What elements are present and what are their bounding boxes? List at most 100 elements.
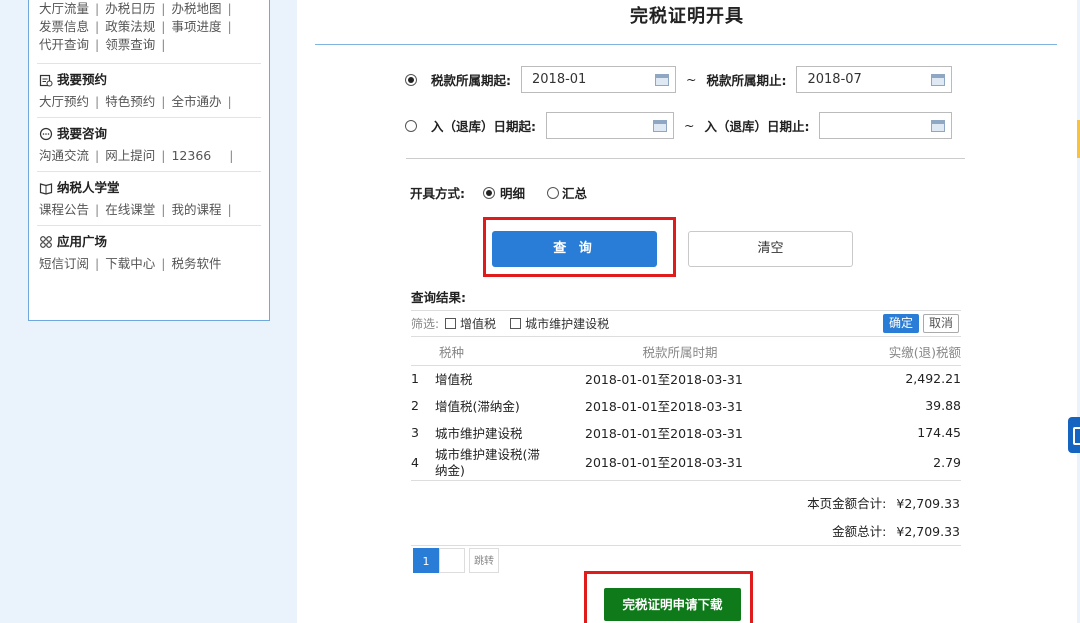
tilde-separator: ~: [686, 72, 697, 87]
table-row[interactable]: 3 城市维护建设税 2018-01-01至2018-03-31 174.45: [411, 419, 961, 446]
link-policy[interactable]: 政策法规: [105, 19, 155, 34]
period-start-input[interactable]: 2018-01: [521, 66, 676, 93]
filter-vat-label[interactable]: 增值税: [460, 315, 496, 332]
row-tax-type: 城市维护建设税: [435, 426, 523, 441]
result-label: 查询结果:: [411, 290, 466, 305]
totals-divider: [411, 545, 961, 546]
page-1-button[interactable]: 1: [413, 548, 439, 573]
highlight-box-query: [483, 217, 676, 277]
row-period: 2018-01-01至2018-03-31: [585, 399, 743, 414]
sidebar-title-label: 我要咨询: [57, 126, 108, 141]
title-divider: [315, 44, 1057, 45]
link-ticket-query[interactable]: 领票查询: [105, 37, 155, 52]
sidebar-title-appointment[interactable]: 我要预约: [39, 70, 261, 90]
calendar-icon[interactable]: [655, 74, 669, 86]
storage-radio[interactable]: [405, 119, 417, 132]
filter-ok-button[interactable]: 确定: [882, 314, 919, 333]
period-end-input[interactable]: 2018-07: [796, 66, 953, 93]
chat-icon: [39, 127, 53, 141]
storage-start-input[interactable]: [546, 112, 674, 139]
sidebar-group-apps: 应用广场 短信订阅 | 下载中心 | 税务软件: [37, 226, 261, 279]
calendar-icon[interactable]: [931, 120, 946, 132]
header-index: [411, 338, 435, 366]
page-input[interactable]: [439, 548, 465, 573]
issue-detail-label[interactable]: 明细: [500, 183, 525, 202]
period-end-value: 2018-07: [807, 72, 862, 87]
floating-tab-icon[interactable]: [1068, 417, 1080, 453]
row-amount: 174.45: [917, 425, 961, 440]
header-amount: 实缴(退)税额: [775, 338, 961, 366]
period-row: 税款所属期起: 2018-01 ~ 税款所属期止: 2018-07: [405, 66, 953, 93]
storage-start-label: 入（退库）日期起:: [431, 119, 536, 134]
link-download-center[interactable]: 下载中心: [105, 256, 155, 271]
sidebar-title-label: 我要预约: [57, 72, 108, 87]
issue-method-row: 开具方式: 明细 汇总: [410, 183, 587, 202]
row-tax-type: 城市维护建设税(滞纳金): [435, 446, 585, 481]
link-course-notice[interactable]: 课程公告: [39, 202, 89, 217]
calendar-icon[interactable]: [653, 120, 667, 132]
link-hall-appt[interactable]: 大厅预约: [39, 94, 89, 109]
table-row[interactable]: 1 增值税 2018-01-01至2018-03-31 2,492.21: [411, 365, 961, 392]
sidebar: 大厅流量 | 办税日历 | 办税地图 | 发票信息 | 政策法规 | 事项进度 | 代开查询 | 领票查…: [28, 0, 270, 321]
row-index: 1: [411, 371, 419, 387]
row-period: 2018-01-01至2018-03-31: [585, 372, 743, 388]
storage-end-input[interactable]: [819, 112, 953, 139]
link-progress[interactable]: 事项进度: [171, 19, 221, 34]
link-hall-traffic[interactable]: 大厅流量: [39, 1, 89, 16]
sidebar-title-label: 纳税人学堂: [57, 180, 120, 195]
row-amount: 39.88: [925, 398, 961, 413]
form-divider: [406, 158, 965, 159]
row-tax-type: 增值税(滞纳金): [435, 399, 520, 414]
link-online-class[interactable]: 在线课堂: [105, 202, 155, 217]
issue-detail-radio[interactable]: [483, 186, 495, 199]
book-icon: [39, 183, 53, 195]
table-header-row: 税种 税款所属时期 实缴(退)税额: [411, 338, 961, 366]
grand-total-label: 金额总计:: [832, 524, 887, 539]
row-period: 2018-01-01至2018-03-31: [585, 426, 743, 441]
storage-end-label: 入（退库）日期止:: [704, 119, 810, 134]
page-total: 本页金额合计: ¥2,709.33: [807, 493, 960, 512]
sidebar-title-school[interactable]: 纳税人学堂: [39, 178, 261, 198]
sidebar-group-consult: 我要咨询 沟通交流 | 网上提问 | 12366 |: [37, 118, 261, 172]
filter-vat-checkbox[interactable]: [445, 318, 457, 329]
sidebar-top-links: 大厅流量 | 办税日历 | 办税地图 | 发票信息 | 政策法规 | 事项进度 | 代开查询 | 领票查…: [39, 1, 232, 52]
period-radio[interactable]: [405, 73, 417, 86]
grand-total-value: ¥2,709.33: [896, 524, 960, 539]
page-title: 完税证明开具: [630, 6, 744, 27]
table-row[interactable]: 2 增值税(滞纳金) 2018-01-01至2018-03-31 39.88: [411, 392, 961, 419]
link-communicate[interactable]: 沟通交流: [39, 148, 89, 163]
link-tax-map[interactable]: 办税地图: [171, 1, 221, 16]
jump-button[interactable]: 跳转: [469, 548, 499, 573]
link-invoice-info[interactable]: 发票信息: [39, 19, 89, 34]
clear-button[interactable]: 清空: [688, 231, 853, 267]
calendar-icon[interactable]: [931, 74, 946, 86]
sidebar-title-consult[interactable]: 我要咨询: [39, 124, 261, 144]
period-start-label: 税款所属期起:: [431, 73, 511, 88]
issue-summary-radio[interactable]: [547, 186, 560, 199]
tilde-separator: ~: [684, 118, 695, 133]
link-12366[interactable]: 12366: [171, 148, 211, 163]
period-start-value: 2018-01: [532, 72, 587, 87]
sidebar-title-label: 应用广场: [57, 234, 108, 249]
link-tax-software[interactable]: 税务软件: [171, 256, 221, 271]
link-agent-query[interactable]: 代开查询: [39, 37, 89, 52]
filter-label: 筛选:: [411, 317, 440, 331]
row-index: 4: [411, 446, 435, 481]
link-citywide[interactable]: 全市通办: [171, 94, 221, 109]
link-tax-calendar[interactable]: 办税日历: [105, 1, 155, 16]
header-period: 税款所属时期: [585, 338, 775, 366]
row-index: 2: [411, 398, 419, 413]
sidebar-title-apps[interactable]: 应用广场: [39, 232, 261, 252]
grand-total: 金额总计: ¥2,709.33: [832, 521, 960, 540]
link-online-ask[interactable]: 网上提问: [105, 148, 155, 163]
issue-summary-label[interactable]: 汇总: [562, 183, 587, 202]
link-sms-subscribe[interactable]: 短信订阅: [39, 256, 89, 271]
filter-urban-tax-label[interactable]: 城市维护建设税: [525, 315, 609, 332]
link-my-course[interactable]: 我的课程: [171, 202, 221, 217]
page-total-label: 本页金额合计:: [807, 496, 887, 511]
link-special-appt[interactable]: 特色预约: [105, 94, 155, 109]
table-row[interactable]: 4 城市维护建设税(滞纳金) 2018-01-01至2018-03-31 2.7…: [411, 446, 961, 481]
main-panel: 完税证明开具 税款所属期起: 2018-01 ~ 税款所属期止: 2018-07…: [297, 0, 1077, 623]
filter-urban-tax-checkbox[interactable]: [510, 318, 522, 329]
filter-cancel-button[interactable]: 取消: [922, 314, 959, 333]
